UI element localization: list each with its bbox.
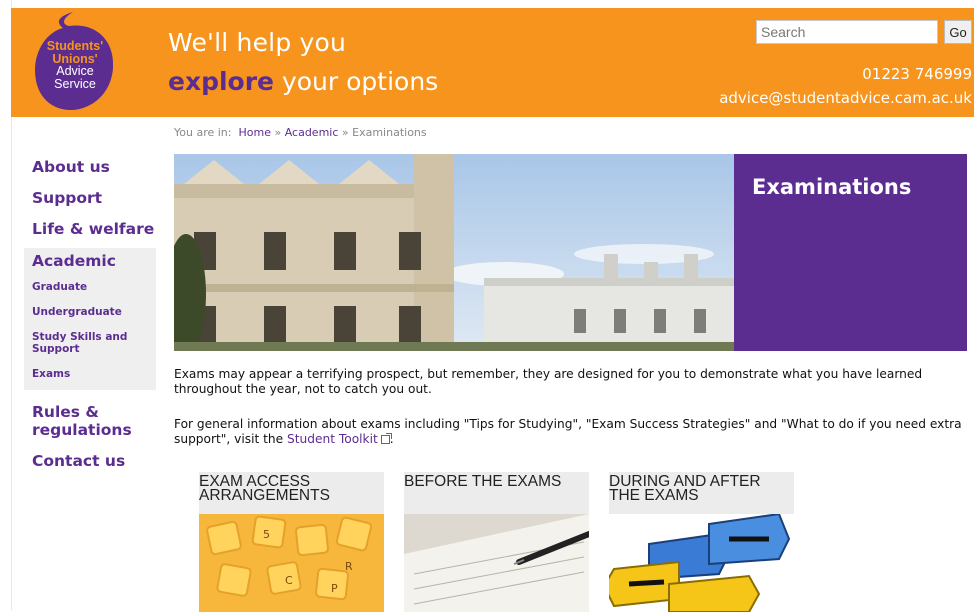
hero-illustration: [174, 154, 734, 351]
tagline-rest: your options: [274, 67, 439, 96]
logo-text: Students' Unions' Advice Service: [37, 40, 113, 90]
logo-line-4: Service: [54, 76, 96, 91]
site-header: Students' Unions' Advice Service We'll h…: [11, 8, 974, 117]
tagline-highlight: explore: [168, 67, 275, 96]
page: Students' Unions' Advice Service We'll h…: [0, 0, 974, 612]
svg-text:5: 5: [263, 528, 270, 541]
sidebar-item-about-us[interactable]: About us: [24, 158, 164, 176]
svg-text:R: R: [345, 560, 353, 573]
tagline-line-2: explore your options: [168, 67, 438, 96]
external-link-icon: [380, 433, 392, 444]
logo-line-3: Advice: [56, 64, 94, 78]
sidebar-subitem-study-skills[interactable]: Study Skills and Support: [32, 331, 132, 355]
sidebar-item-academic[interactable]: Academic: [24, 252, 164, 270]
breadcrumb-home-link[interactable]: Home: [238, 126, 270, 139]
logo-line-1: Students': [46, 39, 104, 53]
email-link[interactable]: advice@studentadvice.cam.ac.uk: [719, 89, 972, 107]
intro-paragraph: Exams may appear a terrifying prospect, …: [174, 367, 923, 396]
search-go-button[interactable]: Go: [944, 20, 972, 44]
card-exam-access-arrangements[interactable]: Exam Access Arrangements 5 R C P: [199, 472, 384, 612]
card-title[interactable]: During and After the Exams: [609, 474, 789, 504]
page-title: Examinations: [752, 175, 912, 199]
svg-text:P: P: [331, 582, 338, 595]
card-title[interactable]: Exam Access Arrangements: [199, 474, 379, 504]
sidebar-item-rules-regulations[interactable]: Rules & regulations: [24, 403, 132, 439]
card-title[interactable]: Before the Exams: [404, 474, 584, 490]
toolkit-paragraph: For general information about exams incl…: [174, 417, 964, 447]
hero-title-panel: Examinations: [734, 154, 967, 351]
breadcrumb-prefix: You are in:: [174, 126, 232, 139]
card-during-and-after-the-exams[interactable]: During and After the Exams: [609, 472, 794, 612]
card-image-direction-signs[interactable]: [609, 514, 794, 612]
tagline-line-1: We'll help you: [168, 28, 347, 57]
card-before-the-exams[interactable]: Before the Exams: [404, 472, 589, 612]
breadcrumb-academic-link[interactable]: Academic: [285, 126, 339, 139]
svg-text:C: C: [285, 574, 293, 587]
breadcrumb-separator: »: [341, 126, 349, 139]
sidebar-subitem-undergraduate[interactable]: Undergraduate: [32, 306, 152, 319]
sidebar-subitem-graduate[interactable]: Graduate: [32, 281, 152, 294]
breadcrumb-current: Examinations: [352, 126, 427, 139]
breadcrumb-separator: »: [274, 126, 282, 139]
phone-number: 01223 746999: [862, 65, 972, 83]
sidebar-item-support[interactable]: Support: [24, 189, 164, 207]
hero-photo-buildings: [174, 154, 734, 351]
search-input[interactable]: [756, 20, 938, 44]
sidebar-item-life-welfare[interactable]: Life & welfare: [24, 220, 164, 238]
sidebar-subitem-exams[interactable]: Exams: [32, 368, 152, 381]
breadcrumb: You are in: Home » Academic » Examinatio…: [174, 126, 427, 139]
sidebar-item-contact-us[interactable]: Contact us: [24, 452, 164, 470]
card-image-keyboard-tiles[interactable]: 5 R C P: [199, 514, 384, 612]
student-toolkit-link[interactable]: Student Toolkit: [287, 432, 378, 446]
card-image-calendar-pen[interactable]: [404, 514, 589, 612]
